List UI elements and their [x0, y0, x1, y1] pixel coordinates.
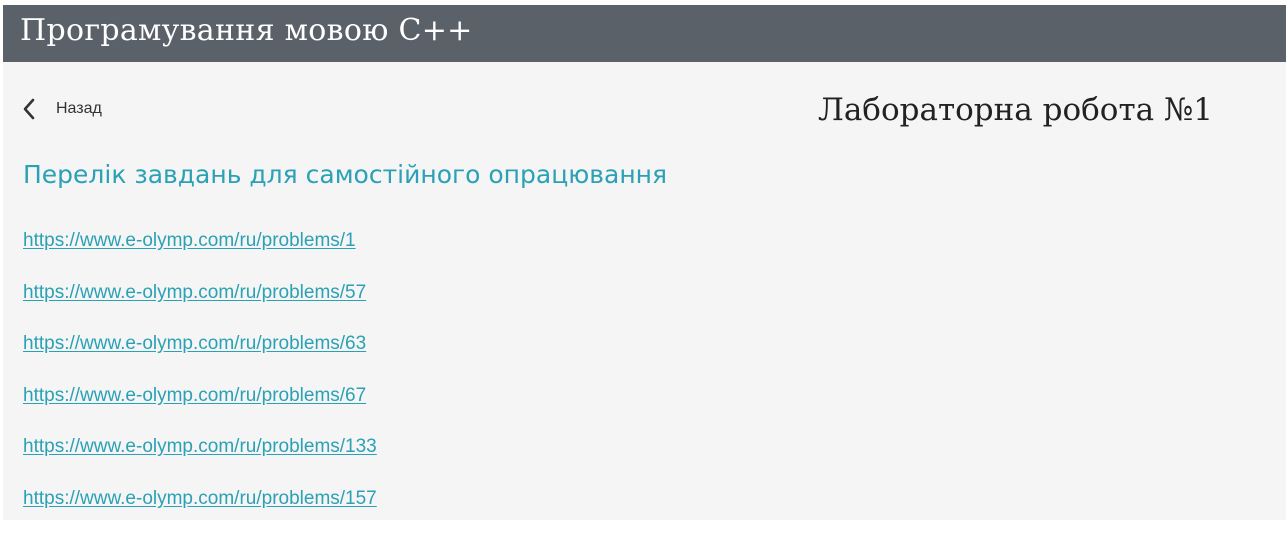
list-item: https://www.e-olymp.com/ru/problems/1	[23, 230, 377, 282]
chevron-left-icon	[22, 98, 36, 120]
list-item: https://www.e-olymp.com/ru/problems/67	[23, 385, 377, 437]
course-header: Програмування мовою C++	[3, 5, 1286, 62]
problem-link[interactable]: https://www.e-olymp.com/ru/problems/67	[23, 385, 366, 406]
problem-link[interactable]: https://www.e-olymp.com/ru/problems/1	[23, 230, 356, 251]
list-item: https://www.e-olymp.com/ru/problems/57	[23, 282, 377, 334]
page-title: Лабораторна робота №1	[818, 92, 1213, 128]
course-title: Програмування мовою C++	[20, 13, 473, 48]
problem-link[interactable]: https://www.e-olymp.com/ru/problems/157	[23, 488, 377, 509]
list-item: https://www.e-olymp.com/ru/problems/157	[23, 488, 377, 539]
back-button[interactable]: Назад	[22, 98, 102, 120]
section-heading: Перелік завдань для самостійного опрацюв…	[23, 160, 667, 189]
problem-link-list: https://www.e-olymp.com/ru/problems/1 ht…	[23, 230, 377, 539]
problem-link[interactable]: https://www.e-olymp.com/ru/problems/63	[23, 333, 366, 354]
list-item: https://www.e-olymp.com/ru/problems/63	[23, 333, 377, 385]
main-content: Назад Лабораторна робота №1 Перелік завд…	[3, 62, 1286, 520]
problem-link[interactable]: https://www.e-olymp.com/ru/problems/57	[23, 282, 366, 303]
list-item: https://www.e-olymp.com/ru/problems/133	[23, 436, 377, 488]
problem-link[interactable]: https://www.e-olymp.com/ru/problems/133	[23, 436, 377, 457]
back-label: Назад	[56, 100, 102, 118]
